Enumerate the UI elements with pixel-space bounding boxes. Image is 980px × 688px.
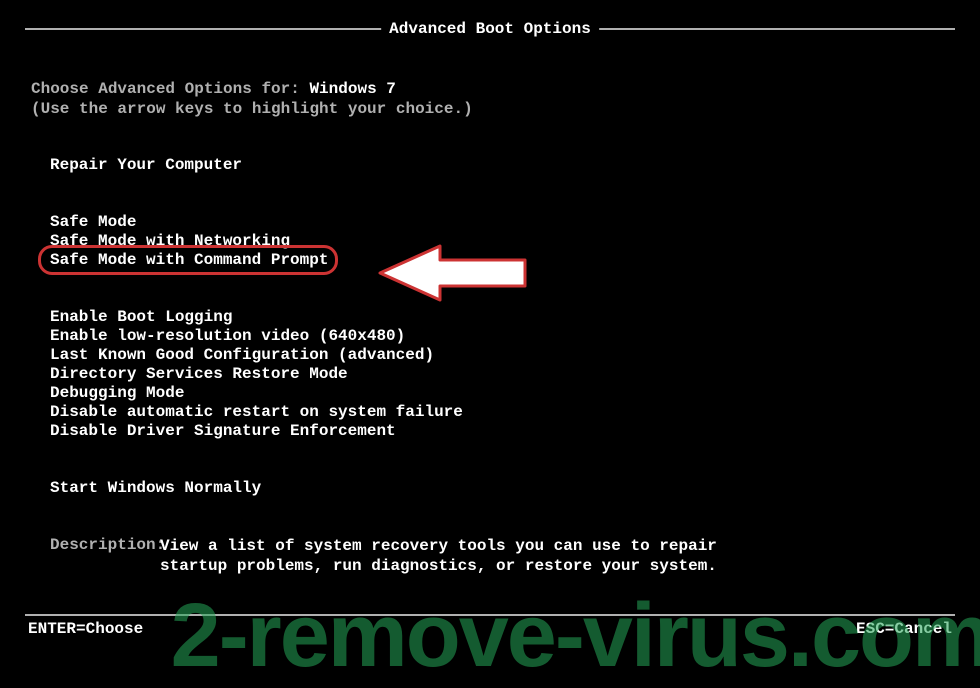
highlighted-option[interactable]: Safe Mode with Command Prompt <box>50 251 328 270</box>
option-group: Start Windows Normally <box>50 479 980 498</box>
title-rule: Advanced Boot Options <box>25 28 955 30</box>
boot-option[interactable]: Start Windows Normally <box>50 479 261 498</box>
footer-bar: ENTER=Choose ESC=Cancel <box>28 620 952 638</box>
footer-esc-hint: ESC=Cancel <box>856 620 952 638</box>
intro-prefix: Choose Advanced Options for: <box>31 80 309 98</box>
description-text: View a list of system recovery tools you… <box>160 536 720 576</box>
footer-rule <box>25 614 955 616</box>
description-block: Description: View a list of system recov… <box>50 536 980 576</box>
option-group: Safe ModeSafe Mode with NetworkingSafe M… <box>50 213 980 270</box>
boot-options-list: Repair Your ComputerSafe ModeSafe Mode w… <box>50 156 980 498</box>
option-group: Repair Your Computer <box>50 156 980 175</box>
boot-option[interactable]: Safe Mode with Command Prompt <box>50 251 328 270</box>
boot-option[interactable]: Safe Mode with Networking <box>50 232 290 251</box>
boot-option[interactable]: Last Known Good Configuration (advanced) <box>50 346 434 365</box>
boot-option[interactable]: Safe Mode <box>50 213 136 232</box>
intro-hint: (Use the arrow keys to highlight your ch… <box>31 100 980 118</box>
boot-option[interactable]: Directory Services Restore Mode <box>50 365 348 384</box>
boot-option[interactable]: Enable Boot Logging <box>50 308 232 327</box>
option-group: Enable Boot LoggingEnable low-resolution… <box>50 308 980 441</box>
description-label: Description: <box>50 536 160 576</box>
boot-option[interactable]: Enable low-resolution video (640x480) <box>50 327 405 346</box>
boot-option[interactable]: Disable Driver Signature Enforcement <box>50 422 396 441</box>
intro-os: Windows 7 <box>309 80 395 98</box>
intro-line: Choose Advanced Options for: Windows 7 <box>31 80 980 98</box>
boot-option[interactable]: Disable automatic restart on system fail… <box>50 403 463 422</box>
intro-block: Choose Advanced Options for: Windows 7 (… <box>31 80 980 118</box>
boot-option[interactable]: Repair Your Computer <box>50 156 242 175</box>
footer-enter-hint: ENTER=Choose <box>28 620 143 638</box>
boot-option[interactable]: Debugging Mode <box>50 384 184 403</box>
screen-title: Advanced Boot Options <box>381 20 599 38</box>
